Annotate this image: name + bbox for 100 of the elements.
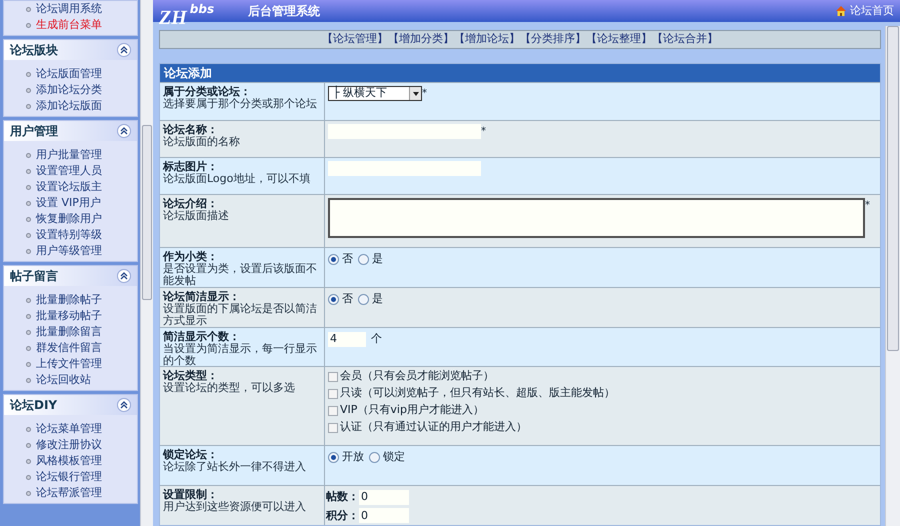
bullet-icon: [26, 216, 31, 222]
checkbox[interactable]: [328, 388, 338, 398]
bullet-icon: [26, 248, 31, 254]
sidebar-link[interactable]: 添加论坛分类: [36, 82, 102, 98]
field-hint: 用户达到这些资源便可以进入: [163, 501, 307, 513]
sidebar-link[interactable]: 群发信件留言: [36, 340, 102, 356]
bullet-icon: [26, 362, 31, 366]
nav-link[interactable]: 【分类排序】: [520, 31, 586, 48]
nav-link[interactable]: 【增加论坛】: [454, 31, 520, 48]
field-label: 设置限制：: [163, 489, 218, 501]
input-field[interactable]: 4: [328, 332, 366, 347]
section-title: 论坛版块: [10, 42, 58, 59]
sidebar-link[interactable]: 论坛回收站: [36, 372, 91, 388]
input-field[interactable]: 0: [359, 490, 409, 505]
radio-button[interactable]: [328, 254, 339, 265]
scrollbar[interactable]: [140, 0, 153, 526]
checkbox[interactable]: [328, 422, 338, 432]
home-link[interactable]: 论坛首页: [850, 2, 894, 20]
collapse-icon[interactable]: [117, 398, 131, 412]
nav-link[interactable]: 【论坛合并】: [652, 31, 718, 48]
bullet-icon: [26, 298, 31, 302]
bullet-icon: [26, 346, 31, 350]
input-field[interactable]: [328, 161, 481, 176]
bullet-icon: [26, 104, 31, 108]
sidebar-link[interactable]: 设置 VIP用户: [36, 194, 101, 212]
radio-label: 是: [372, 251, 383, 267]
radio-button[interactable]: [358, 254, 369, 265]
sidebar-link[interactable]: 恢复删除用户: [36, 210, 102, 228]
bullet-icon: [26, 184, 31, 190]
sidebar-link[interactable]: 设置特别等级: [36, 226, 102, 244]
field-hint: 选择要属于那个分类或那个论坛: [163, 98, 318, 110]
section-title: 论坛DIY: [10, 397, 58, 414]
form-title: 论坛添加: [160, 64, 880, 82]
nav-link[interactable]: 【论坛管理】: [322, 31, 388, 48]
text-area[interactable]: [328, 198, 865, 238]
caret-icon: [412, 92, 418, 96]
field-label: 锁定论坛：: [163, 449, 219, 461]
sidebar-link[interactable]: 设置管理人员: [36, 162, 102, 180]
field-label: 标志图片：: [163, 161, 219, 173]
field-label: 积分：: [326, 508, 359, 524]
bullet-icon: [26, 22, 31, 28]
field-hint: 论坛版面描述: [163, 210, 230, 222]
required-mark: *: [481, 125, 486, 139]
scroll-thumb[interactable]: [142, 125, 152, 300]
sidebar-link[interactable]: 论坛调用系统: [36, 0, 102, 18]
input-field[interactable]: [328, 124, 481, 139]
nav-link[interactable]: 【增加分类】: [388, 31, 454, 48]
radio-button[interactable]: [369, 452, 380, 463]
section-title: 帖子留言: [10, 268, 58, 285]
bullet-icon: [26, 232, 31, 238]
bullet-icon: [26, 72, 31, 76]
checkbox-label: 只读（可以浏览帖子，但只有站长、超版、版主能发帖）: [340, 385, 615, 402]
radio-button[interactable]: [358, 294, 369, 305]
bullet-icon: [26, 426, 31, 432]
logo-text: bbs: [190, 1, 214, 18]
field-label: 简洁显示个数：: [163, 331, 241, 343]
scroll-thumb[interactable]: [887, 26, 899, 351]
nav-link[interactable]: 【论坛整理】: [586, 31, 652, 48]
radio-label: 否: [342, 291, 353, 307]
sidebar-link[interactable]: 添加论坛版面: [36, 98, 102, 114]
sidebar-link[interactable]: 生成前台菜单: [36, 16, 102, 34]
bullet-icon: [26, 378, 31, 382]
field-label: 作为小类：: [163, 251, 219, 263]
sidebar-link[interactable]: 用户等级管理: [36, 242, 102, 260]
sidebar-link[interactable]: 上传文件管理: [36, 356, 102, 372]
sidebar-link[interactable]: 用户批量管理: [36, 146, 102, 164]
bullet-icon: [26, 458, 31, 464]
sidebar-link[interactable]: 修改注册协议: [36, 436, 102, 454]
checkbox[interactable]: [328, 372, 338, 382]
input-field[interactable]: 0: [359, 508, 409, 524]
radio-button[interactable]: [328, 452, 339, 463]
field-label: 论坛名称：: [163, 124, 219, 136]
sidebar-link[interactable]: 设置论坛版主: [36, 178, 102, 196]
bullet-icon: [26, 168, 31, 174]
sidebar-link[interactable]: 批量移动帖子: [36, 308, 102, 324]
radio-label: 是: [372, 291, 383, 307]
sidebar-link[interactable]: 论坛帮派管理: [36, 484, 102, 502]
dropdown[interactable]: ├ 纵横天下: [328, 86, 422, 101]
field-hint: 设置论坛的类型，可以多选: [163, 382, 296, 394]
field-hint: 当设置为简洁显示，每一行显示的个数: [163, 343, 318, 367]
collapse-icon[interactable]: [117, 124, 131, 138]
bullet-icon: [26, 88, 31, 92]
sidebar-link[interactable]: 论坛菜单管理: [36, 420, 102, 438]
collapse-icon[interactable]: [117, 269, 131, 283]
section-title: 用户管理: [10, 123, 58, 140]
bullet-icon: [26, 152, 31, 158]
collapse-icon[interactable]: [117, 43, 131, 57]
field-hint: 论坛版面的名称: [163, 136, 241, 148]
scrollbar[interactable]: [885, 26, 900, 526]
checkbox-label: 会员（只有会员才能浏览帖子）: [340, 368, 494, 384]
bullet-icon: [26, 474, 31, 480]
unit-label: 个: [371, 331, 382, 347]
sidebar-link[interactable]: 批量删除帖子: [36, 292, 102, 308]
radio-button[interactable]: [328, 294, 339, 305]
sidebar-link[interactable]: 论坛银行管理: [36, 468, 102, 486]
field-label: 论坛类型：: [163, 370, 219, 382]
checkbox[interactable]: [328, 406, 338, 416]
sidebar-link[interactable]: 论坛版面管理: [36, 66, 102, 82]
sidebar-link[interactable]: 风格模板管理: [36, 452, 102, 470]
sidebar-link[interactable]: 批量删除留言: [36, 324, 102, 340]
